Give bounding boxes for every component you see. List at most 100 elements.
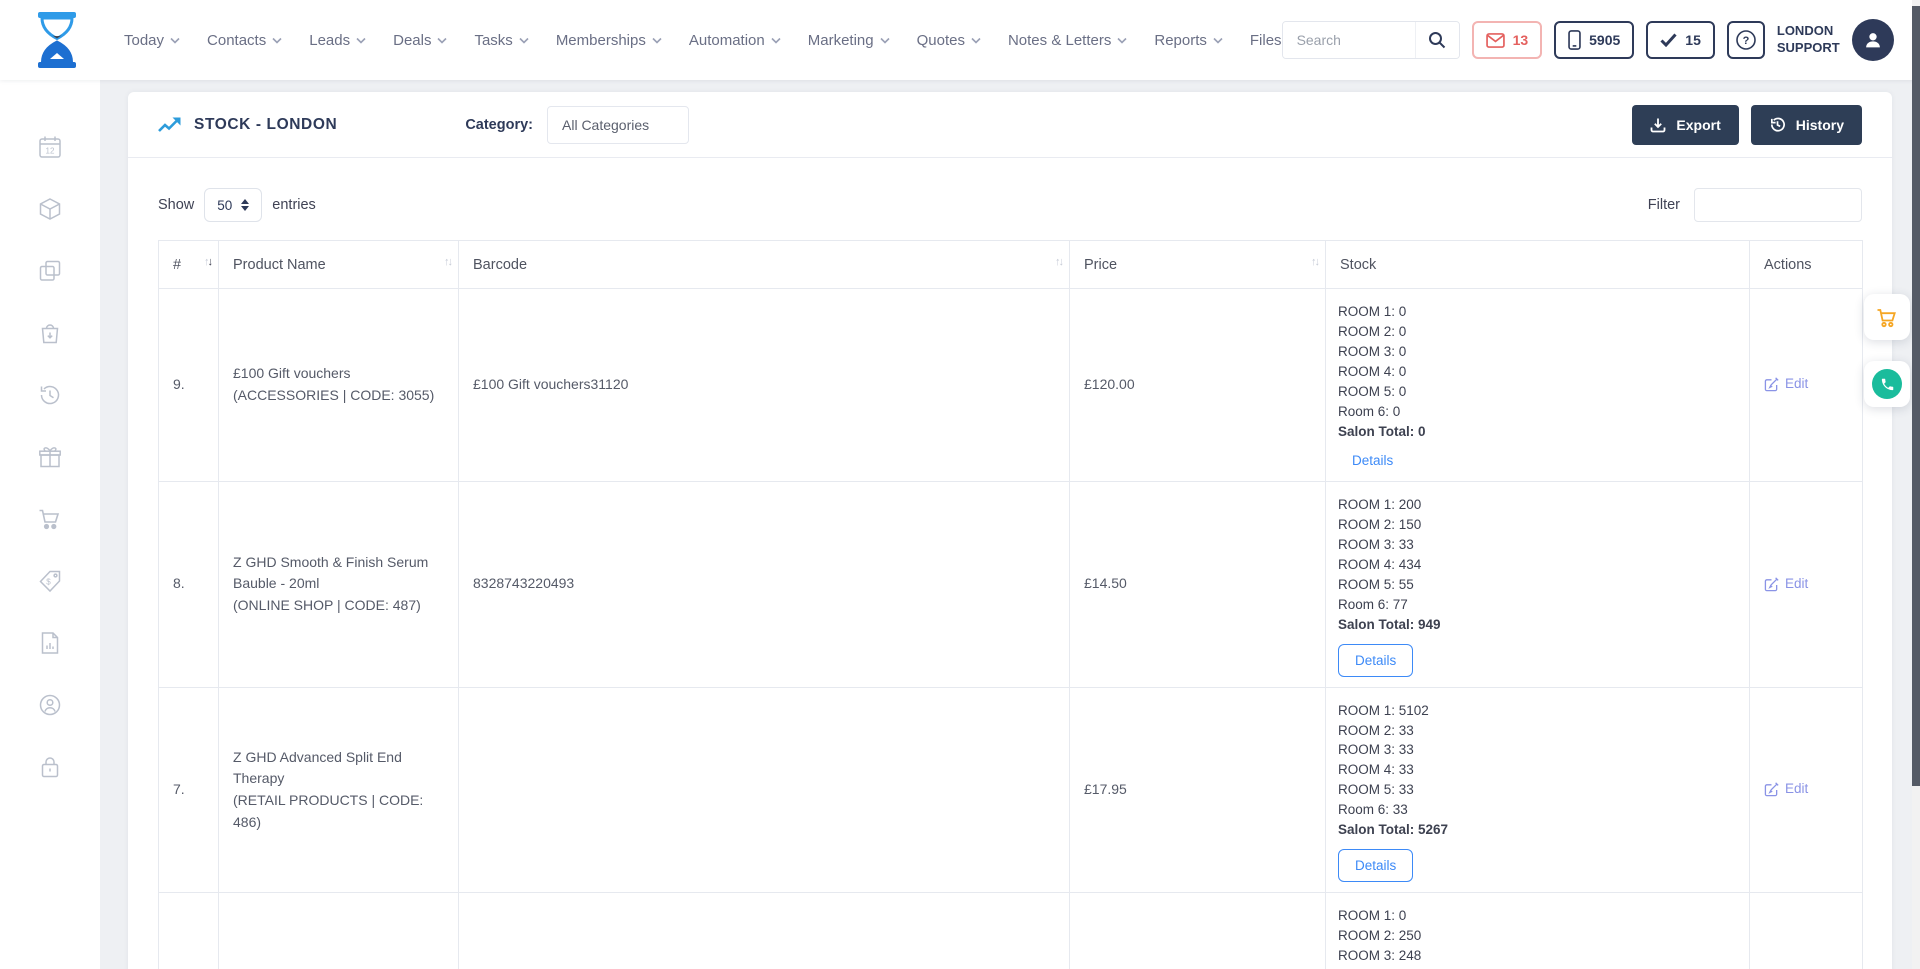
product-meta: (ACCESSORIES | CODE: 3055) xyxy=(233,385,444,407)
cart-icon[interactable] xyxy=(37,506,63,532)
row-number: 7. xyxy=(159,687,219,893)
filter-group: Filter xyxy=(1648,188,1862,222)
nav-item-label: Leads xyxy=(309,32,350,49)
chevron-down-icon xyxy=(971,37,981,44)
nav-item-tasks[interactable]: Tasks xyxy=(474,32,528,49)
price-tag-icon[interactable]: $ xyxy=(37,568,63,594)
edit-pencil-icon xyxy=(1764,577,1779,592)
mobile-phone-icon xyxy=(1568,30,1581,50)
nav-item-deals[interactable]: Deals xyxy=(393,32,447,49)
details-button[interactable]: Details xyxy=(1338,849,1413,882)
products-box-icon[interactable] xyxy=(37,196,63,222)
page-size-select[interactable]: 50 xyxy=(204,188,262,222)
table-row: ROOM 1: 0 ROOM 2: 250 ROOM 3: 248 ROOM 4… xyxy=(159,893,1863,969)
product-name-cell xyxy=(219,893,459,969)
report-icon[interactable] xyxy=(37,630,63,656)
stock-line: ROOM 3: 33 xyxy=(1338,535,1735,555)
search-button[interactable] xyxy=(1415,22,1459,58)
phone-badge[interactable]: 5905 xyxy=(1554,21,1634,59)
price-cell: £14.50 xyxy=(1070,481,1326,687)
nav-item-label: Files xyxy=(1250,32,1282,49)
stock-line: ROOM 2: 150 xyxy=(1338,515,1735,535)
avatar[interactable] xyxy=(1852,19,1894,61)
page-title: STOCK - LONDON xyxy=(158,116,337,134)
question-mark-icon: ? xyxy=(1735,29,1757,51)
barcode-cell xyxy=(459,893,1070,969)
copy-icon[interactable] xyxy=(37,258,63,284)
nav-item-notes-letters[interactable]: Notes & Letters xyxy=(1008,32,1127,49)
gift-icon[interactable] xyxy=(37,444,63,470)
svg-text:?: ? xyxy=(1743,35,1750,47)
nav-item-memberships[interactable]: Memberships xyxy=(556,32,662,49)
lock-icon[interactable] xyxy=(37,754,63,780)
select-arrows-icon xyxy=(241,199,249,211)
product-name-cell: Z GHD Advanced Split End Therapy (RETAIL… xyxy=(219,687,459,893)
nav-item-label: Notes & Letters xyxy=(1008,32,1111,49)
stock-line: ROOM 3: 33 xyxy=(1338,740,1735,760)
tasks-badge[interactable]: 15 xyxy=(1646,21,1715,59)
col-header-actions: Actions xyxy=(1750,241,1863,289)
nav-item-reports[interactable]: Reports xyxy=(1154,32,1223,49)
product-name-cell: £100 Gift vouchers (ACCESSORIES | CODE: … xyxy=(219,289,459,482)
filter-input[interactable] xyxy=(1694,188,1862,222)
help-button[interactable]: ? xyxy=(1727,21,1765,59)
stock-line: ROOM 4: 0 xyxy=(1338,362,1735,382)
edit-button[interactable]: Edit xyxy=(1764,779,1848,800)
nav-item-automation[interactable]: Automation xyxy=(689,32,781,49)
row-number: 8. xyxy=(159,481,219,687)
nav-item-leads[interactable]: Leads xyxy=(309,32,366,49)
chevron-down-icon xyxy=(170,37,180,44)
stock-line: Room 6: 0 xyxy=(1338,402,1735,422)
price-cell: £120.00 xyxy=(1070,289,1326,482)
nav-item-label: Marketing xyxy=(808,32,874,49)
nav-item-files[interactable]: Files xyxy=(1250,32,1282,49)
col-header-price[interactable]: Price ↑↓ xyxy=(1070,241,1326,289)
col-header-product-name[interactable]: Product Name ↑↓ xyxy=(219,241,459,289)
actions-cell: Edit xyxy=(1750,481,1863,687)
calendar-icon[interactable]: 12 xyxy=(37,134,63,160)
product-name: Z GHD Smooth & Finish Serum Bauble - 20m… xyxy=(233,552,444,595)
main-nav: Today Contacts Leads Deals Tasks Memberships A… xyxy=(124,32,1282,49)
account-icon[interactable] xyxy=(37,692,63,718)
messages-badge[interactable]: 13 xyxy=(1472,21,1543,59)
search-icon xyxy=(1428,31,1446,49)
nav-item-today[interactable]: Today xyxy=(124,32,180,49)
scrollbar-thumb[interactable] xyxy=(1912,6,1920,786)
messages-count: 13 xyxy=(1513,32,1529,48)
nav-item-quotes[interactable]: Quotes xyxy=(917,32,981,49)
floating-phone-button[interactable] xyxy=(1864,361,1910,407)
col-header-num[interactable]: # ↑↓ xyxy=(159,241,219,289)
tasks-count: 15 xyxy=(1685,32,1701,48)
floating-cart-button[interactable] xyxy=(1864,294,1910,340)
chevron-down-icon xyxy=(519,37,529,44)
details-button[interactable]: Details xyxy=(1338,644,1413,677)
nav-item-contacts[interactable]: Contacts xyxy=(207,32,282,49)
person-icon xyxy=(1862,29,1884,51)
top-bar: Today Contacts Leads Deals Tasks Memberships A… xyxy=(0,0,1920,80)
stock-line: ROOM 5: 55 xyxy=(1338,575,1735,595)
history-icon[interactable] xyxy=(37,382,63,408)
history-button[interactable]: History xyxy=(1751,105,1862,145)
nav-item-label: Automation xyxy=(689,32,765,49)
nav-item-marketing[interactable]: Marketing xyxy=(808,32,890,49)
app-logo[interactable] xyxy=(32,11,82,69)
shopping-bag-icon[interactable] xyxy=(37,320,63,346)
category-select[interactable]: All Categories xyxy=(547,106,689,144)
sort-icon: ↑↓ xyxy=(204,256,211,268)
search-input[interactable] xyxy=(1283,22,1415,58)
svg-text:$: $ xyxy=(46,578,51,587)
hourglass-logo-icon xyxy=(32,11,82,69)
filter-label: Filter xyxy=(1648,197,1680,213)
edit-button[interactable]: Edit xyxy=(1764,574,1848,595)
svg-text:12: 12 xyxy=(46,147,55,156)
col-header-barcode[interactable]: Barcode ↑↓ xyxy=(459,241,1070,289)
sort-icon: ↑↓ xyxy=(444,256,451,268)
details-link[interactable]: Details xyxy=(1352,451,1393,471)
chevron-down-icon xyxy=(1117,37,1127,44)
sort-icon: ↑↓ xyxy=(1311,256,1318,268)
row-number xyxy=(159,893,219,969)
edit-button[interactable]: Edit xyxy=(1764,374,1848,395)
export-button[interactable]: Export xyxy=(1632,105,1738,145)
table-controls: Show 50 entries Filter xyxy=(158,188,1862,222)
card-body: Show 50 entries Filter xyxy=(128,158,1892,969)
